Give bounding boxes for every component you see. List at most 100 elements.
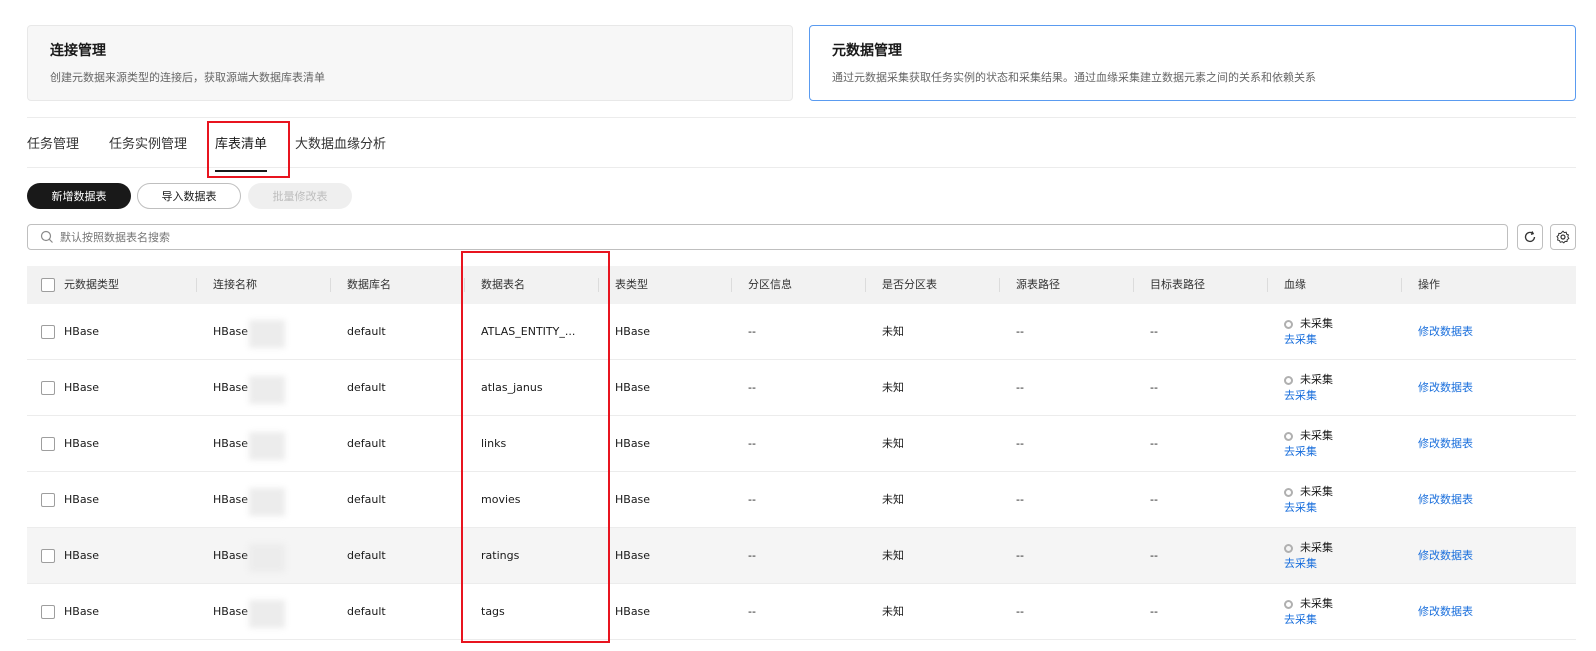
cell-source-path: -- xyxy=(1016,605,1024,618)
cell-connection-name: HBase xyxy=(213,437,249,450)
cell-database-name: default xyxy=(347,549,386,562)
table-row[interactable]: HBase HBase default ratings HBase -- 未知 -- -- 未采集… xyxy=(27,528,1576,584)
search-input[interactable] xyxy=(60,230,1507,244)
cell-partition-info: -- xyxy=(748,381,756,394)
lineage-status: 未采集 xyxy=(1284,484,1333,500)
table-row[interactable]: HBase HBase default movies HBase -- 未知 -- -- 未采集去… xyxy=(27,472,1576,528)
lineage-cell: 未采集去采集 xyxy=(1284,316,1333,348)
cell-partition-info: -- xyxy=(748,437,756,450)
cell-is-partitioned: 未知 xyxy=(882,549,904,562)
refresh-button[interactable] xyxy=(1517,224,1543,250)
redacted-connection-suffix xyxy=(249,320,285,348)
row-checkbox[interactable] xyxy=(41,325,55,339)
tab-task-instance-management[interactable]: 任务实例管理 xyxy=(109,135,187,167)
cell-partition-info: -- xyxy=(748,325,756,338)
import-table-button[interactable]: 导入数据表 xyxy=(137,183,241,209)
search-icon xyxy=(40,230,54,244)
cell-source-path: -- xyxy=(1016,325,1024,338)
refresh-icon xyxy=(1524,231,1536,243)
column-header-source-path: 源表路径 xyxy=(1016,278,1060,291)
cell-is-partitioned: 未知 xyxy=(882,493,904,506)
column-header-metadata-type: 元数据类型 xyxy=(64,278,119,291)
metadata-management-card[interactable]: 元数据管理 通过元数据采集获取任务实例的状态和采集结果。通过血缘采集建立数据元素… xyxy=(809,25,1576,101)
lineage-status-label: 未采集 xyxy=(1300,373,1333,386)
settings-button[interactable] xyxy=(1550,224,1576,250)
tab-lineage-analysis[interactable]: 大数据血缘分析 xyxy=(295,135,386,167)
redacted-connection-suffix xyxy=(249,376,285,404)
cell-connection-name: HBase xyxy=(213,549,249,562)
collect-lineage-link[interactable]: 去采集 xyxy=(1284,388,1333,404)
cell-target-path: -- xyxy=(1150,549,1158,562)
card-description: 创建元数据来源类型的连接后，获取源端大数据库表清单 xyxy=(50,71,325,84)
modify-table-link[interactable]: 修改数据表 xyxy=(1418,360,1473,416)
redacted-connection-suffix xyxy=(249,488,285,516)
cell-table-type: HBase xyxy=(615,325,651,338)
row-checkbox[interactable] xyxy=(41,493,55,507)
cell-target-path: -- xyxy=(1150,325,1158,338)
tab-task-management[interactable]: 任务管理 xyxy=(27,135,79,167)
cell-connection-name: HBase xyxy=(213,493,249,506)
table-list: 元数据类型 连接名称 数据库名 数据表名 表类型 分区信息 是否分区表 源表路径… xyxy=(27,266,1576,640)
table-row[interactable]: HBase HBase default atlas_janus HBase -- 未知 -- -… xyxy=(27,360,1576,416)
cell-partition-info: -- xyxy=(748,549,756,562)
cell-table-type: HBase xyxy=(615,605,651,618)
cell-metadata-type: HBase xyxy=(64,493,100,506)
column-header-table-type: 表类型 xyxy=(615,278,648,291)
cell-database-name: default xyxy=(347,437,386,450)
select-all-checkbox[interactable] xyxy=(41,278,55,292)
status-dot-icon xyxy=(1284,487,1293,497)
status-dot-icon xyxy=(1284,599,1293,609)
row-checkbox[interactable] xyxy=(41,605,55,619)
status-dot-icon xyxy=(1284,375,1293,385)
card-title: 连接管理 xyxy=(50,43,106,59)
cell-table-type: HBase xyxy=(615,549,651,562)
lineage-status: 未采集 xyxy=(1284,372,1333,388)
cell-database-name: default xyxy=(347,381,386,394)
lineage-status-label: 未采集 xyxy=(1300,541,1333,554)
row-checkbox[interactable] xyxy=(41,437,55,451)
column-header-database-name: 数据库名 xyxy=(347,278,391,291)
modify-table-link[interactable]: 修改数据表 xyxy=(1418,528,1473,584)
modify-table-link[interactable]: 修改数据表 xyxy=(1418,472,1473,528)
connection-management-card[interactable]: 连接管理 创建元数据来源类型的连接后，获取源端大数据库表清单 xyxy=(27,25,793,101)
cell-metadata-type: HBase xyxy=(64,325,100,338)
collect-lineage-link[interactable]: 去采集 xyxy=(1284,612,1333,628)
modify-table-link[interactable]: 修改数据表 xyxy=(1418,416,1473,472)
cell-is-partitioned: 未知 xyxy=(882,325,904,338)
cell-connection-name: HBase xyxy=(213,325,249,338)
search-bar[interactable] xyxy=(27,224,1508,250)
cell-source-path: -- xyxy=(1016,493,1024,506)
cell-is-partitioned: 未知 xyxy=(882,605,904,618)
table-row[interactable]: HBase HBase default links HBase -- 未知 -- -- 未采集 去采… xyxy=(27,416,1576,472)
highlight-box-tab xyxy=(207,121,290,178)
table-body: HBase HBase default ATLAS_ENTITY_... HBase --… xyxy=(27,304,1576,640)
collect-lineage-link[interactable]: 去采集 xyxy=(1284,500,1333,516)
column-separator xyxy=(999,278,1000,292)
highlight-box-table-name-column xyxy=(461,251,610,643)
lineage-status: 未采集 xyxy=(1284,596,1333,612)
row-checkbox[interactable] xyxy=(41,381,55,395)
modify-table-link[interactable]: 修改数据表 xyxy=(1418,304,1473,360)
table-row[interactable]: HBase HBase default ATLAS_ENTITY_... HBase --… xyxy=(27,304,1576,360)
cell-partition-info: -- xyxy=(748,605,756,618)
status-dot-icon xyxy=(1284,543,1293,553)
column-separator xyxy=(330,278,331,292)
table-row[interactable]: HBase HBase default tags HBase -- 未知 -- -- 未采集 去采集… xyxy=(27,584,1576,640)
cell-table-type: HBase xyxy=(615,493,651,506)
column-separator xyxy=(196,278,197,292)
column-separator xyxy=(865,278,866,292)
collect-lineage-link[interactable]: 去采集 xyxy=(1284,444,1333,460)
card-title: 元数据管理 xyxy=(832,43,902,59)
modify-table-link[interactable]: 修改数据表 xyxy=(1418,584,1473,640)
row-checkbox[interactable] xyxy=(41,549,55,563)
gear-icon xyxy=(1556,230,1570,244)
collect-lineage-link[interactable]: 去采集 xyxy=(1284,332,1333,348)
batch-modify-button: 批量修改表 xyxy=(248,183,352,209)
add-table-button[interactable]: 新增数据表 xyxy=(27,183,131,209)
collect-lineage-link[interactable]: 去采集 xyxy=(1284,556,1333,572)
lineage-status-label: 未采集 xyxy=(1300,317,1333,330)
lineage-status-label: 未采集 xyxy=(1300,597,1333,610)
column-header-target-path: 目标表路径 xyxy=(1150,278,1205,291)
cell-connection-name: HBase xyxy=(213,605,249,618)
lineage-status: 未采集 xyxy=(1284,428,1333,444)
